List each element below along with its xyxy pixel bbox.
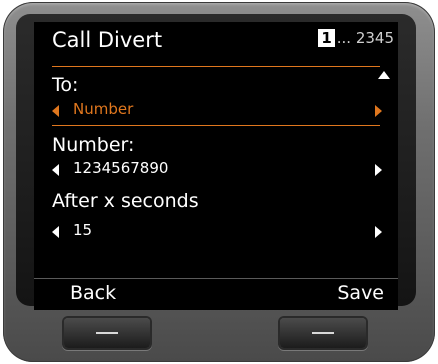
page-title: Call Divert [52, 28, 163, 52]
page-indicator-current: 1 [318, 29, 335, 47]
field-label-delay: After x seconds [52, 190, 199, 212]
field-option-delay[interactable]: 15 [52, 221, 382, 243]
left-softkey-button[interactable] [64, 318, 150, 348]
page-indicator: 1 ... 2345 [318, 29, 394, 47]
field-value-to: Number [73, 100, 134, 118]
field-label-to: To: [52, 74, 79, 96]
field-option-number[interactable]: 1234567890 [52, 159, 382, 181]
field-label-number: Number: [52, 134, 135, 156]
title-bar: Call Divert 1 ... 2345 [34, 22, 398, 58]
scroll-up-icon [378, 71, 390, 79]
softkey-bar: Back Save [34, 278, 398, 306]
field-option-to[interactable]: Number [52, 100, 382, 122]
arrow-left-icon[interactable] [52, 226, 59, 238]
field-value-number: 1234567890 [73, 159, 169, 177]
right-softkey-button[interactable] [280, 318, 366, 348]
arrow-left-icon[interactable] [52, 105, 59, 117]
arrow-right-icon[interactable] [375, 226, 382, 238]
separator-selected [52, 125, 380, 126]
softkey-bar-icon [312, 332, 334, 334]
page-indicator-rest: ... 2345 [336, 29, 394, 47]
arrow-left-icon[interactable] [52, 164, 59, 176]
softkey-back-label[interactable]: Back [70, 282, 116, 304]
arrow-right-icon[interactable] [375, 164, 382, 176]
softkey-save-label[interactable]: Save [337, 282, 384, 304]
arrow-right-icon[interactable] [375, 105, 382, 117]
display-screen: Call Divert 1 ... 2345 To: Number Number… [34, 22, 398, 310]
softkey-bar-icon [96, 332, 118, 334]
field-value-delay: 15 [73, 221, 93, 239]
separator-top [52, 66, 380, 67]
